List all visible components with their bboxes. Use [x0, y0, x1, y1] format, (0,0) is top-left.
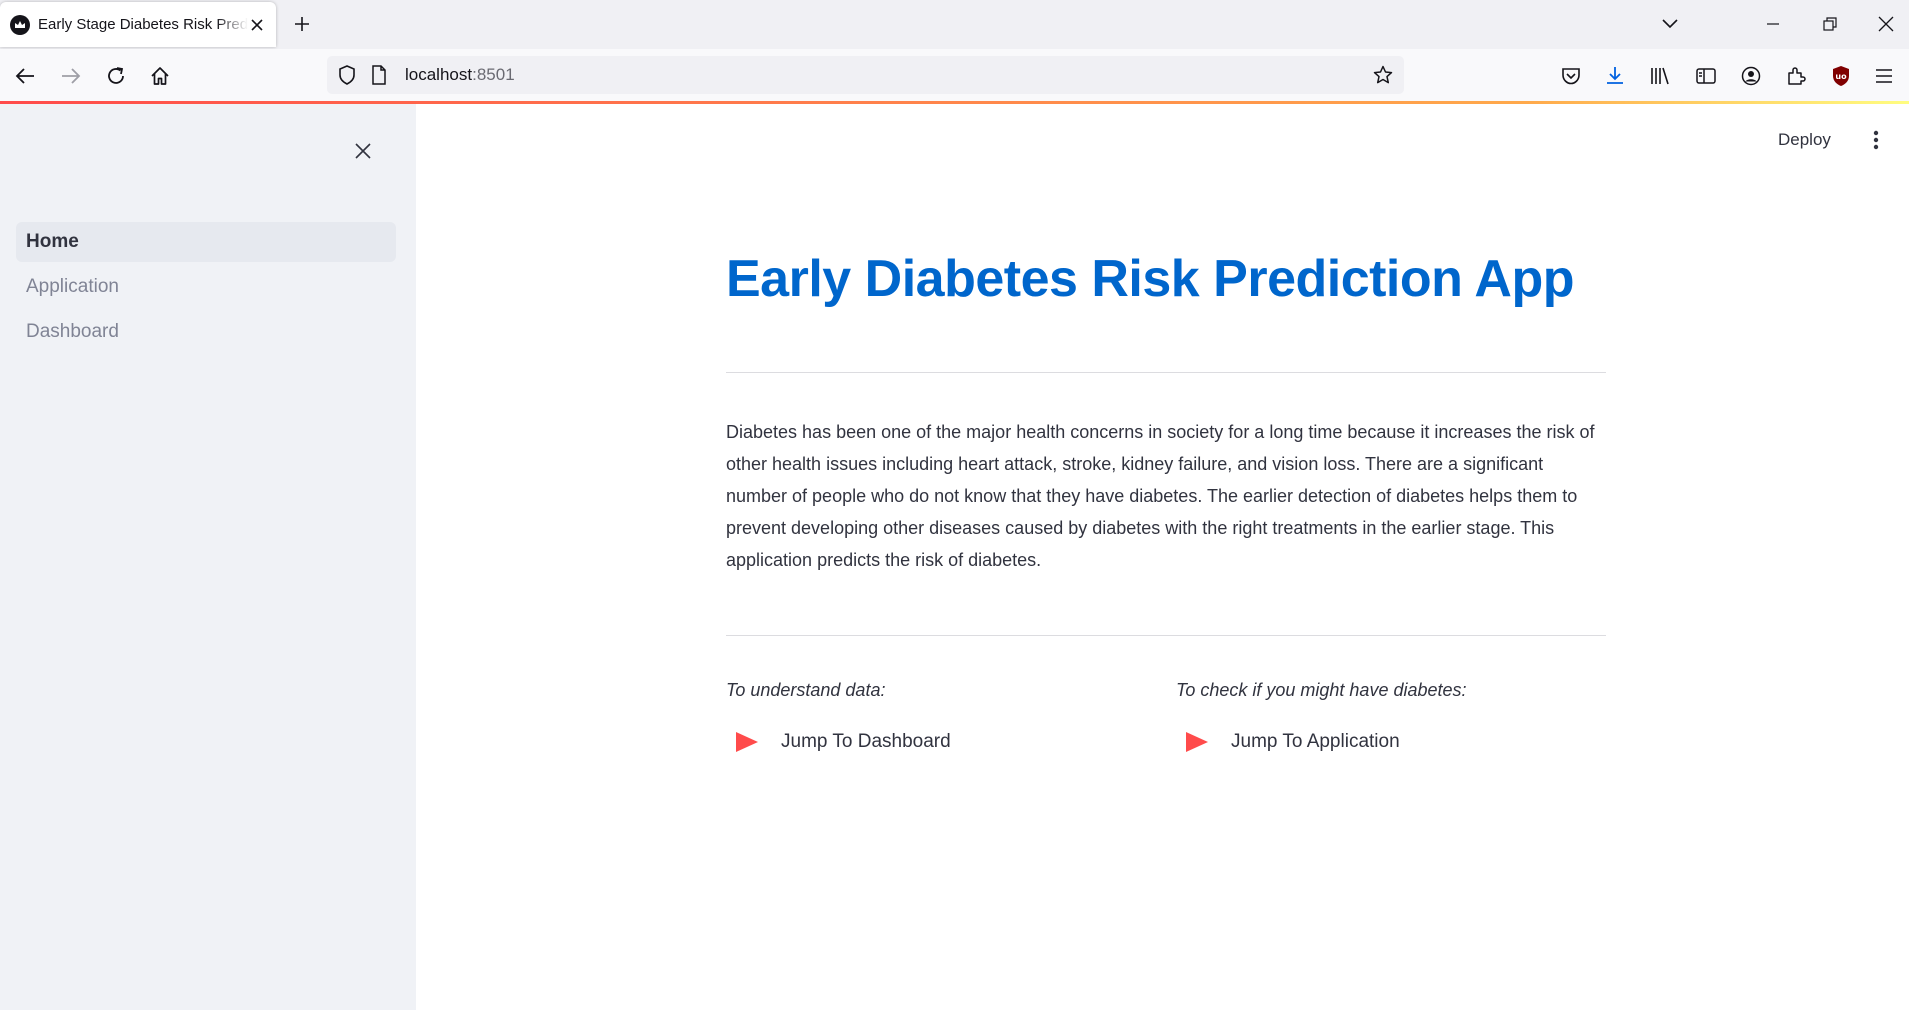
url-port: :8501: [472, 65, 515, 84]
divider: [726, 372, 1606, 373]
jump-to-application-link[interactable]: Jump To Application: [1186, 731, 1400, 753]
divider: [726, 635, 1606, 636]
minimize-icon[interactable]: [1761, 12, 1785, 36]
ublock-origin-icon[interactable]: uo: [1827, 62, 1855, 90]
sidebar-nav: Home Application Dashboard: [16, 222, 396, 357]
link-label: Jump To Dashboard: [781, 731, 951, 752]
extensions-icon[interactable]: [1782, 62, 1810, 90]
description-text: Diabetes has been one of the major healt…: [726, 422, 1595, 570]
url-host: localhost: [405, 65, 473, 84]
dashboard-column: To understand data: Jump To Dashboard: [726, 680, 1146, 752]
sidebar-item-dashboard[interactable]: Dashboard: [16, 312, 396, 352]
home-icon[interactable]: [146, 62, 174, 90]
tab-list-chevron-icon[interactable]: [1658, 12, 1682, 36]
browser-tab[interactable]: Early Stage Diabetes Risk Prediction: [0, 2, 276, 47]
close-window-icon[interactable]: [1874, 12, 1898, 36]
page-title: Early Diabetes Risk Prediction App: [726, 250, 1575, 308]
sidebar-item-home[interactable]: Home: [16, 222, 396, 262]
sidebar-close-icon[interactable]: [350, 138, 376, 164]
pocket-icon[interactable]: [1557, 62, 1585, 90]
url-text[interactable]: localhost:8501: [405, 65, 515, 85]
browser-nav-bar: localhost:8501 uo: [0, 49, 1909, 102]
streamlit-crown-icon: [10, 14, 30, 35]
browser-tab-bar: Early Stage Diabetes Risk Prediction: [0, 0, 1909, 49]
app-menu-icon[interactable]: [1870, 62, 1898, 90]
jump-to-dashboard-link[interactable]: Jump To Dashboard: [736, 731, 951, 753]
url-bar[interactable]: localhost:8501: [327, 56, 1404, 94]
play-arrow-icon: [1186, 732, 1208, 752]
deploy-button[interactable]: Deploy: [1778, 130, 1831, 150]
column-label: To check if you might have diabetes:: [1176, 680, 1467, 700]
link-label: Jump To Application: [1231, 731, 1400, 752]
page-icon[interactable]: [369, 65, 389, 85]
sidebar-item-application[interactable]: Application: [16, 267, 396, 307]
play-arrow-icon: [736, 732, 758, 752]
tab-close-icon[interactable]: [248, 16, 266, 34]
back-icon[interactable]: [11, 62, 39, 90]
column-label: To understand data:: [726, 680, 886, 700]
main-area: Deploy Early Diabetes Risk Prediction Ap…: [416, 104, 1909, 1010]
sidebar: Home Application Dashboard: [0, 104, 416, 1010]
new-tab-icon[interactable]: [290, 12, 314, 36]
bookmark-star-icon[interactable]: [1373, 65, 1393, 85]
sidebar-toggle-icon[interactable]: [1692, 62, 1720, 90]
tab-title: Early Stage Diabetes Risk Prediction: [38, 16, 248, 33]
downloads-icon[interactable]: [1601, 62, 1629, 90]
main-menu-icon[interactable]: [1866, 128, 1886, 152]
forward-icon[interactable]: [57, 62, 85, 90]
application-column: To check if you might have diabetes: Jum…: [1176, 680, 1596, 752]
shield-icon[interactable]: [337, 65, 357, 85]
svg-text:uo: uo: [1835, 72, 1847, 81]
reload-icon[interactable]: [102, 62, 130, 90]
account-icon[interactable]: [1737, 62, 1765, 90]
restore-icon[interactable]: [1818, 12, 1842, 36]
library-icon[interactable]: [1647, 62, 1675, 90]
